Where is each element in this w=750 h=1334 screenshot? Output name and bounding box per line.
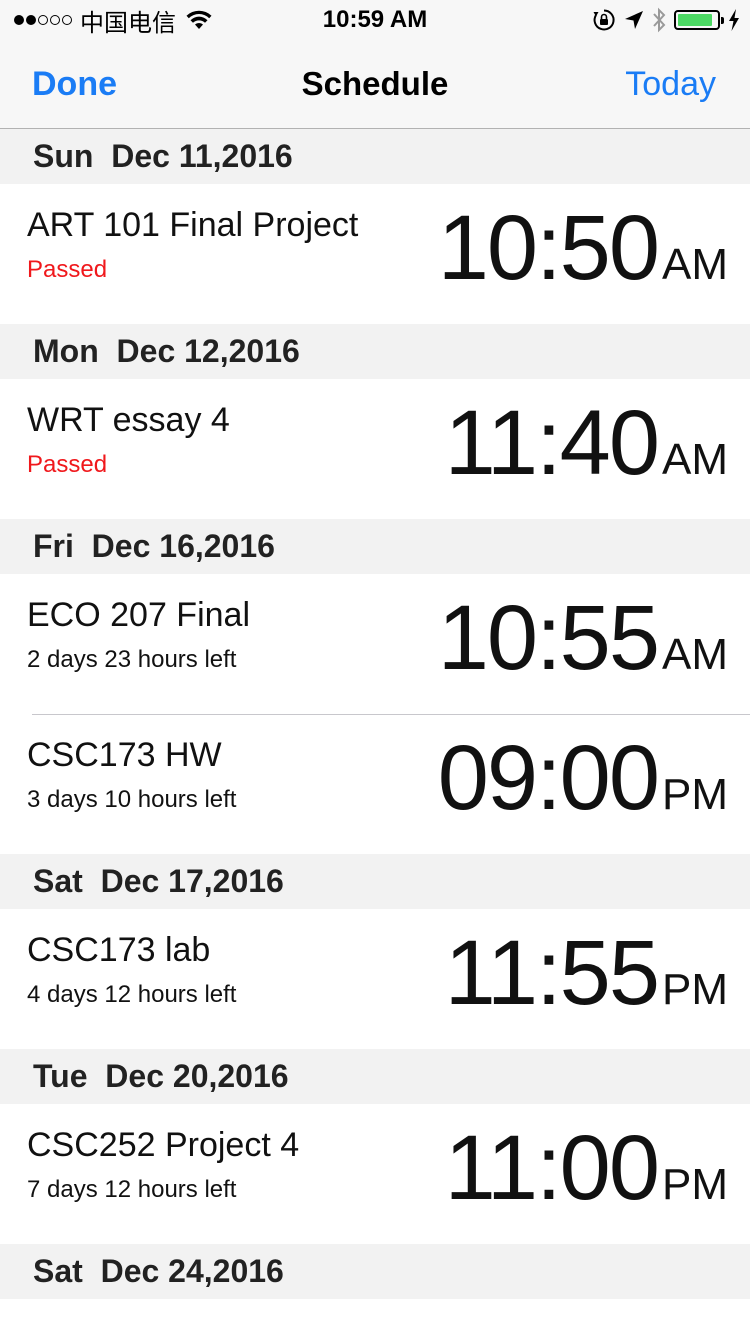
schedule-item[interactable]: ECO 207 Final 2 days 23 hours left 10:55… (0, 574, 750, 714)
schedule-item[interactable]: CSC173 HW 3 days 10 hours left 09:00 PM (0, 714, 750, 854)
status-right (592, 6, 740, 34)
item-time: 11:40 AM (445, 393, 728, 493)
item-time-digits: 09:00 (437, 727, 660, 829)
item-time: 11:00 PM (445, 1118, 728, 1218)
battery-level (678, 14, 713, 26)
today-button[interactable]: Today (625, 40, 716, 128)
schedule-item[interactable]: ART 101 Final Project Passed 10:50 AM (0, 184, 750, 324)
location-arrow-icon (625, 11, 643, 29)
section-header: Tue Dec 20,2016 (0, 1049, 750, 1104)
status-bar: 中国电信 10:59 AM (0, 0, 750, 40)
navigation-bar: Done Schedule Today (0, 40, 750, 129)
item-title: ART 101 Final Project (27, 206, 359, 244)
schedule-list[interactable]: Sun Dec 11,2016 ART 101 Final Project Pa… (0, 129, 750, 1299)
item-time: 11:55 PM (445, 923, 728, 1023)
section-header: Sat Dec 24,2016 (0, 1244, 750, 1299)
item-time-ampm: PM (662, 770, 728, 819)
item-time-ampm: AM (662, 435, 728, 484)
schedule-item[interactable]: CSC252 Project 4 7 days 12 hours left 11… (0, 1104, 750, 1244)
section-header: Mon Dec 12,2016 (0, 324, 750, 379)
item-time-digits: 11:40 (444, 392, 660, 494)
item-time-digits: 10:50 (437, 197, 660, 299)
item-status: 3 days 10 hours left (27, 786, 237, 813)
section-header: Sat Dec 17,2016 (0, 854, 750, 909)
schedule-item[interactable]: WRT essay 4 Passed 11:40 AM (0, 379, 750, 519)
item-time: 10:50 AM (438, 198, 728, 298)
item-title: CSC252 Project 4 (27, 1126, 300, 1164)
charging-bolt-icon (729, 9, 739, 31)
section-header: Sun Dec 11,2016 (0, 129, 750, 184)
rotation-lock-icon (593, 9, 615, 31)
item-status: 2 days 23 hours left (27, 646, 237, 673)
item-time-digits: 11:55 (444, 922, 660, 1024)
bluetooth-icon (653, 7, 666, 33)
item-time-ampm: AM (662, 630, 728, 679)
item-title: WRT essay 4 (27, 401, 230, 439)
item-status: Passed (27, 451, 108, 478)
item-time-ampm: PM (662, 965, 728, 1014)
item-title: ECO 207 Final (27, 596, 250, 634)
row-divider (32, 714, 750, 715)
item-time-digits: 11:00 (444, 1117, 660, 1219)
item-title: CSC173 HW (27, 736, 222, 774)
item-time-ampm: PM (662, 1160, 728, 1209)
item-time-digits: 10:55 (437, 587, 660, 689)
section-header: Fri Dec 16,2016 (0, 519, 750, 574)
item-time-ampm: AM (662, 240, 728, 289)
battery-icon (674, 10, 724, 30)
schedule-item[interactable]: CSC173 lab 4 days 12 hours left 11:55 PM (0, 909, 750, 1049)
item-status: 4 days 12 hours left (27, 981, 237, 1008)
item-time: 10:55 AM (438, 588, 728, 688)
item-status: 7 days 12 hours left (27, 1176, 237, 1203)
item-title: CSC173 lab (27, 931, 211, 969)
item-status: Passed (27, 256, 108, 283)
item-time: 09:00 PM (438, 728, 728, 828)
